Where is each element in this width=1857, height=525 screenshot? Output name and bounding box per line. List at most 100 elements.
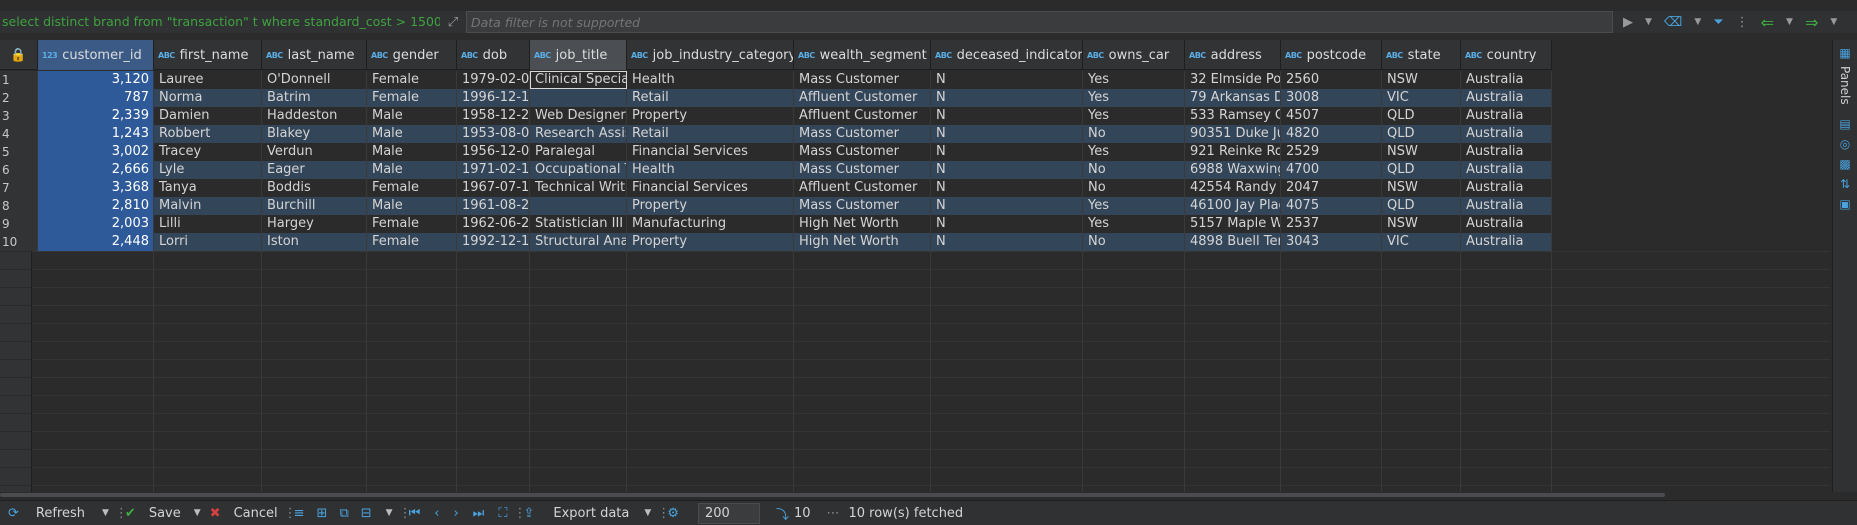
refresh-menu-icon[interactable]: ▼ [102,508,109,518]
row-number[interactable]: 1 [0,71,38,89]
cell-first-name[interactable]: Norma [154,89,262,107]
cell-wealth-segment[interactable]: Mass Customer [794,71,931,89]
cell-dob[interactable]: 1961-08-26 [457,197,530,215]
cell-owns-car[interactable]: No [1083,161,1185,179]
cell-wealth-segment[interactable]: Mass Customer [794,143,931,161]
cell-country[interactable]: Australia [1461,197,1552,215]
cell-state[interactable]: NSW [1382,71,1461,89]
cell-gender[interactable]: Male [367,125,457,143]
column-header-job-title[interactable]: ABC job_title [530,40,627,70]
table-row[interactable]: 32,339DamienHaddestonMale1958-12-28Web D… [0,107,1552,125]
cell-state[interactable]: NSW [1382,215,1461,233]
cell-customer-id[interactable]: 2,810 [38,197,154,215]
filter-icon[interactable]: ⏷ [1713,15,1723,30]
cell-owns-car[interactable]: Yes [1083,89,1185,107]
back-arrow-icon[interactable]: ⇐ [1761,13,1774,32]
cell-gender[interactable]: Male [367,107,457,125]
cell-deceased-indicator[interactable]: N [931,197,1083,215]
cell-first-name[interactable]: Robbert [154,125,262,143]
cell-country[interactable]: Australia [1461,71,1552,89]
cell-state[interactable]: NSW [1382,143,1461,161]
cell-job-industry-category[interactable]: Property [627,107,794,125]
cell-wealth-segment[interactable]: Mass Customer [794,197,931,215]
cell-first-name[interactable]: Malvin [154,197,262,215]
cell-state[interactable]: VIC [1382,233,1461,251]
save-button[interactable]: Save [149,506,181,521]
cancel-icon[interactable]: ✖ [210,506,221,521]
eraser-icon[interactable]: ⌫ [1664,15,1682,30]
cell-gender[interactable]: Female [367,215,457,233]
cell-deceased-indicator[interactable]: N [931,161,1083,179]
cell-postcode[interactable]: 3008 [1281,89,1382,107]
cell-deceased-indicator[interactable]: N [931,107,1083,125]
cell-state[interactable]: QLD [1382,125,1461,143]
row-number[interactable]: 5 [0,143,38,161]
cell-deceased-indicator[interactable]: N [931,125,1083,143]
cell-customer-id[interactable]: 787 [38,89,154,107]
columns-icon[interactable]: ▤ [1838,117,1852,131]
cell-dob[interactable]: 1992-12-18 [457,233,530,251]
cell-last-name[interactable]: Boddis [262,179,367,197]
cell-dob[interactable]: 1996-12-15 [457,89,530,107]
cell-country[interactable]: Australia [1461,215,1552,233]
cell-job-title[interactable] [530,197,627,215]
cell-last-name[interactable]: Haddeston [262,107,367,125]
cell-customer-id[interactable]: 2,448 [38,233,154,251]
export-icon[interactable]: ⇪ [523,506,534,521]
cell-wealth-segment[interactable]: High Net Worth [794,233,931,251]
horizontal-scrollbar[interactable] [0,492,1857,498]
table-row[interactable]: 92,003LilliHargeyFemale1962-06-21Statist… [0,215,1552,233]
save-icon[interactable]: ✔ [125,506,136,521]
cell-address[interactable]: 46100 Jay Place [1185,197,1281,215]
cell-customer-id[interactable]: 1,243 [38,125,154,143]
export-data-button[interactable]: Export data [553,506,629,521]
table-row[interactable]: 82,810MalvinBurchillMale1961-08-26 Proper… [0,197,1552,215]
cell-gender[interactable]: Female [367,71,457,89]
fetch-all-icon[interactable]: ⛶ [498,506,507,521]
cell-last-name[interactable]: Iston [262,233,367,251]
forward-arrow-icon[interactable]: ⇒ [1805,13,1818,32]
cell-deceased-indicator[interactable]: N [931,215,1083,233]
back-menu-icon[interactable]: ▼ [1786,17,1793,27]
cell-last-name[interactable]: Blakey [262,125,367,143]
cell-owns-car[interactable]: Yes [1083,71,1185,89]
next-page-icon[interactable]: › [453,506,458,521]
previous-page-icon[interactable]: ‹ [434,506,439,521]
first-page-icon[interactable]: ⏮ [409,506,421,521]
data-filter-input[interactable] [466,11,1613,33]
cell-first-name[interactable]: Tanya [154,179,262,197]
refresh-button[interactable]: Refresh [36,506,85,521]
cell-customer-id[interactable]: 3,368 [38,179,154,197]
cell-job-industry-category[interactable]: Financial Services [627,143,794,161]
cell-deceased-indicator[interactable]: N [931,233,1083,251]
cell-last-name[interactable]: O'Donnell [262,71,367,89]
cell-owns-car[interactable]: No [1083,125,1185,143]
cell-job-industry-category[interactable]: Retail [627,125,794,143]
table-row[interactable]: 62,666LyleEagerMale1971-02-16Occupationa… [0,161,1552,179]
cell-address[interactable]: 533 Ramsey Cent [1185,107,1281,125]
table-row[interactable]: 13,120LaureeO'DonnellFemale1979-02-04Cli… [0,71,1552,89]
cell-owns-car[interactable]: Yes [1083,107,1185,125]
cell-job-industry-category[interactable]: Financial Services [627,179,794,197]
more-icon[interactable]: ⋮ [1736,15,1749,30]
cell-gender[interactable]: Female [367,179,457,197]
cell-postcode[interactable]: 4820 [1281,125,1382,143]
column-header-last-name[interactable]: ABC last_name [262,40,367,70]
cell-postcode[interactable]: 4507 [1281,107,1382,125]
cell-job-title[interactable]: Occupational Ther [530,161,627,179]
cell-state[interactable]: NSW [1382,179,1461,197]
cell-country[interactable]: Australia [1461,179,1552,197]
cell-owns-car[interactable]: Yes [1083,197,1185,215]
cell-customer-id[interactable]: 3,002 [38,143,154,161]
cell-deceased-indicator[interactable]: N [931,143,1083,161]
cell-address[interactable]: 90351 Duke Junc [1185,125,1281,143]
cell-dob[interactable]: 1971-02-16 [457,161,530,179]
cell-address[interactable]: 32 Elmside Point [1185,71,1281,89]
cell-country[interactable]: Australia [1461,89,1552,107]
cell-country[interactable]: Australia [1461,161,1552,179]
fetch-size-input[interactable] [697,502,760,524]
panels-icon[interactable]: ▦ [1838,46,1852,60]
row-count-icon[interactable]: ⤵ [776,504,789,523]
filter-history-icon[interactable]: ▼ [1645,17,1652,27]
table-row[interactable]: 53,002TraceyVerdunMale1956-12-06Paralega… [0,143,1552,161]
